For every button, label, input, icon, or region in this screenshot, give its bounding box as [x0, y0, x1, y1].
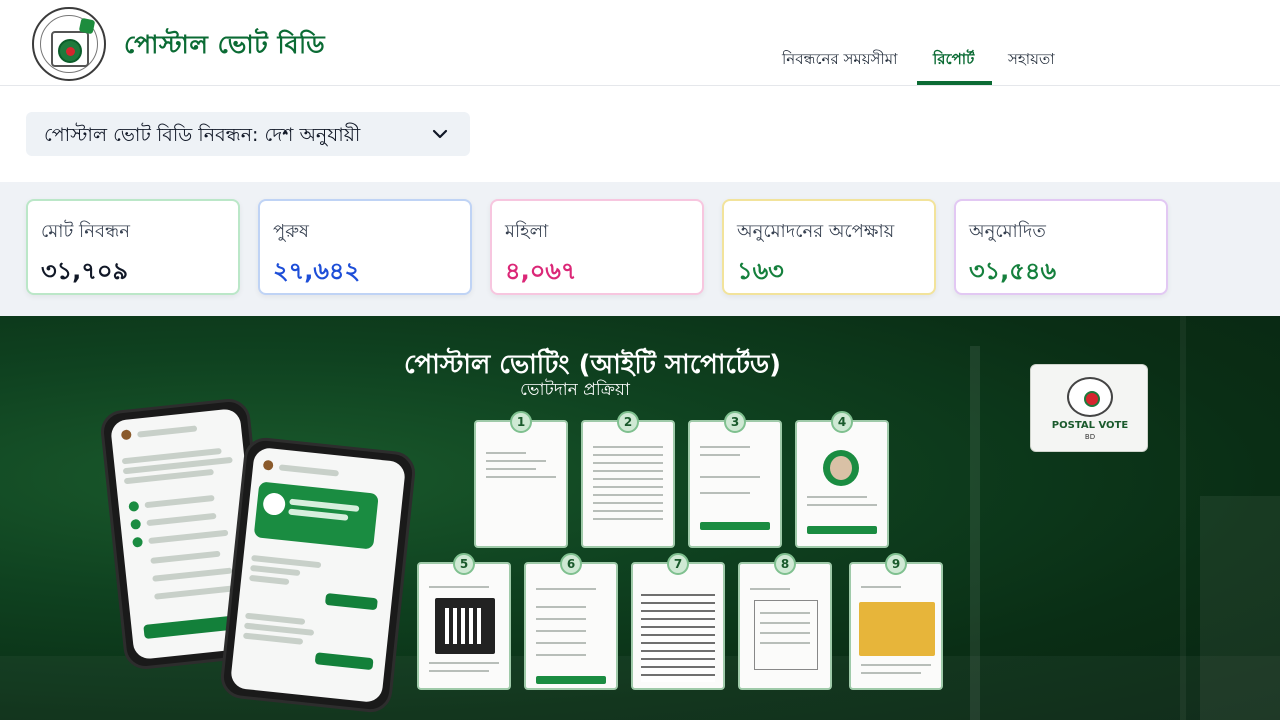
stat-value: ১৬৩ [737, 257, 784, 285]
active-tab-indicator [917, 81, 992, 85]
step-card-8: 8 [738, 553, 832, 690]
phone-mockup-front [218, 435, 418, 715]
step-number: 1 [510, 411, 532, 433]
banner-subtitle: ভোটদান প্রক্রিয়া [520, 380, 630, 400]
stat-value: ২৭,৬৪২ [273, 257, 361, 285]
stat-title: মহিলা [505, 221, 549, 242]
step-card-1: 1 [474, 411, 568, 548]
step-number: 8 [774, 553, 796, 575]
report-type-value: পোস্টাল ভোট বিডি নিবন্ধন: দেশ অনুযায়ী [44, 124, 361, 146]
stat-card-approved: অনুমোদিত ৩১,৫৪৬ [954, 199, 1168, 295]
step-card-3: 3 [688, 411, 782, 548]
stat-card-male: পুরুষ ২৭,৬৪২ [258, 199, 472, 295]
postal-vote-badge: POSTAL VOTE BD [1030, 364, 1148, 452]
step-number: 2 [617, 411, 639, 433]
site-header: পোস্টাল ভোট বিডি নিবন্ধনের সময়সীমা রিপো… [0, 0, 1280, 86]
step-number: 4 [831, 411, 853, 433]
step-number: 5 [453, 553, 475, 575]
stat-card-pending: অনুমোদনের অপেক্ষায় ১৬৩ [722, 199, 936, 295]
step-number: 9 [885, 553, 907, 575]
step-card-2: 2 [581, 411, 675, 548]
step-card-6: 6 [524, 553, 618, 690]
stat-value: ৩১,৭০৯ [41, 257, 129, 285]
badge-subtitle: BD [1084, 433, 1096, 441]
brand-title[interactable]: পোস্টাল ভোট বিডি [124, 25, 325, 68]
nav-help[interactable]: সহায়তা [1008, 48, 1055, 73]
step-number: 7 [667, 553, 689, 575]
stat-card-female: মহিলা ৪,০৬৭ [490, 199, 704, 295]
step-card-7: 7 [631, 553, 725, 690]
stat-title: মোট নিবন্ধন [41, 221, 130, 242]
chevron-down-icon [432, 129, 448, 139]
nav-registration-deadline[interactable]: নিবন্ধনের সময়সীমা [782, 48, 897, 73]
step-card-4: 4 [795, 411, 889, 548]
stat-value: ৪,০৬৭ [505, 257, 577, 285]
badge-title: POSTAL VOTE [1051, 420, 1129, 431]
step-card-5: 5 [417, 553, 511, 690]
stat-title: অনুমোদনের অপেক্ষায় [737, 221, 895, 242]
stat-title: পুরুষ [273, 221, 309, 242]
report-type-dropdown[interactable]: পোস্টাল ভোট বিডি নিবন্ধন: দেশ অনুযায়ী [26, 112, 470, 156]
stat-value: ৩১,৫৪৬ [969, 257, 1057, 285]
voting-process-banner: পোস্টাল ভোটিং (আইটি সাপোর্টেড) ভোটদান প্… [0, 316, 1280, 720]
stat-card-total: মোট নিবন্ধন ৩১,৭০৯ [26, 199, 240, 295]
step-card-9: 9 [849, 553, 943, 690]
stats-section: মোট নিবন্ধন ৩১,৭০৯ পুরুষ ২৭,৬৪২ মহিলা ৪,… [0, 182, 1280, 316]
step-number: 3 [724, 411, 746, 433]
step-number: 6 [560, 553, 582, 575]
nav-report[interactable]: রিপোর্ট [933, 48, 974, 73]
postal-vote-logo[interactable] [32, 7, 106, 81]
stat-title: অনুমোদিত [969, 221, 1046, 242]
postal-vote-emblem-icon [1067, 377, 1113, 417]
